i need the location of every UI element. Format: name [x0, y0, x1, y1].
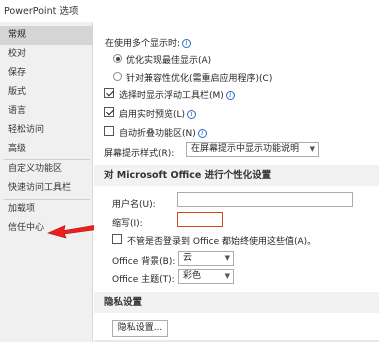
- checkbox-mini-toolbar-label[interactable]: 选择时显示浮动工具栏(M) i: [119, 88, 235, 101]
- office-theme-label: Office 主题(T):: [112, 275, 175, 285]
- screentip-style-select[interactable]: 在屏幕提示中显示功能说明 ▼: [186, 142, 319, 157]
- sidebar-item-quick-access-toolbar[interactable]: 快速访问工具栏: [0, 179, 93, 198]
- red-arrow-icon: [47, 224, 98, 239]
- checkbox-collapse-ribbon[interactable]: [104, 126, 114, 136]
- title-bar: PowerPoint 选项: [0, 0, 379, 22]
- office-theme-select[interactable]: 彩色 ▼: [178, 269, 234, 284]
- sidebar-item-proofing[interactable]: 校对: [0, 45, 93, 64]
- office-background-label: Office 背景(B):: [112, 257, 176, 267]
- chevron-down-icon: ▼: [309, 145, 315, 153]
- checkbox-mini-toolbar[interactable]: [104, 88, 114, 98]
- personalize-section-header: 对 Microsoft Office 进行个性化设置: [94, 165, 379, 186]
- checkbox-collapse-ribbon-label[interactable]: 自动折叠功能区(N) i: [119, 126, 207, 139]
- window-title: PowerPoint 选项: [4, 6, 79, 17]
- info-icon[interactable]: i: [225, 91, 235, 100]
- checkbox-live-preview[interactable]: [104, 107, 114, 117]
- checkbox-live-preview-label[interactable]: 启用实时预览(L) i: [119, 107, 197, 120]
- sidebar-item-language[interactable]: 语言: [0, 102, 93, 121]
- screentip-style-label: 屏幕提示样式(R):: [104, 149, 175, 159]
- initials-input[interactable]: [177, 212, 223, 227]
- privacy-settings-button[interactable]: 隐私设置...: [112, 320, 168, 337]
- chevron-down-icon: ▼: [224, 272, 230, 280]
- username-input[interactable]: [177, 192, 353, 207]
- sidebar-item-general[interactable]: 常规: [0, 26, 93, 45]
- screentip-style-value: 在屏幕提示中显示功能说明: [191, 144, 300, 154]
- office-background-value: 云: [183, 253, 193, 263]
- sidebar-item-layout[interactable]: 版式: [0, 83, 93, 102]
- sidebar-item-accessibility[interactable]: 轻松访问: [0, 121, 93, 140]
- office-theme-value: 彩色: [183, 271, 202, 281]
- initials-label: 缩写(I):: [112, 219, 143, 229]
- options-sidebar: 常规 校对 保存 版式 语言 轻松访问 高级 自定义功能区 快速访问工具栏 加载…: [0, 22, 93, 342]
- info-icon[interactable]: i: [197, 129, 207, 138]
- sidebar-item-save[interactable]: 保存: [0, 64, 93, 83]
- checkbox-always-use-values[interactable]: [112, 234, 122, 244]
- multi-display-label: 在使用多个显示时: i: [105, 36, 192, 49]
- sidebar-item-add-ins[interactable]: 加载项: [0, 200, 93, 219]
- privacy-section-header: 隐私设置: [94, 292, 379, 313]
- radio-optimize-compatibility-label[interactable]: 针对兼容性优化(需重启应用程序)(C): [126, 71, 272, 84]
- chevron-down-icon: ▼: [224, 254, 230, 262]
- checkbox-always-use-values-label[interactable]: 不管是否登录到 Office 都始终使用这些值(A)。: [127, 234, 316, 247]
- radio-optimize-appearance-label[interactable]: 优化实现最佳显示(A): [126, 53, 211, 66]
- office-background-select[interactable]: 云 ▼: [178, 251, 234, 266]
- options-content: 在使用多个显示时: i 优化实现最佳显示(A) 针对兼容性优化(需重启应用程序)(…: [94, 22, 379, 342]
- radio-optimize-compatibility[interactable]: [113, 72, 122, 81]
- username-label: 用户名(U):: [112, 200, 156, 210]
- radio-optimize-appearance[interactable]: [113, 54, 122, 63]
- info-icon[interactable]: i: [187, 110, 197, 119]
- sidebar-item-customize-ribbon[interactable]: 自定义功能区: [0, 160, 93, 179]
- info-icon[interactable]: i: [182, 39, 192, 48]
- sidebar-item-advanced[interactable]: 高级: [0, 140, 93, 159]
